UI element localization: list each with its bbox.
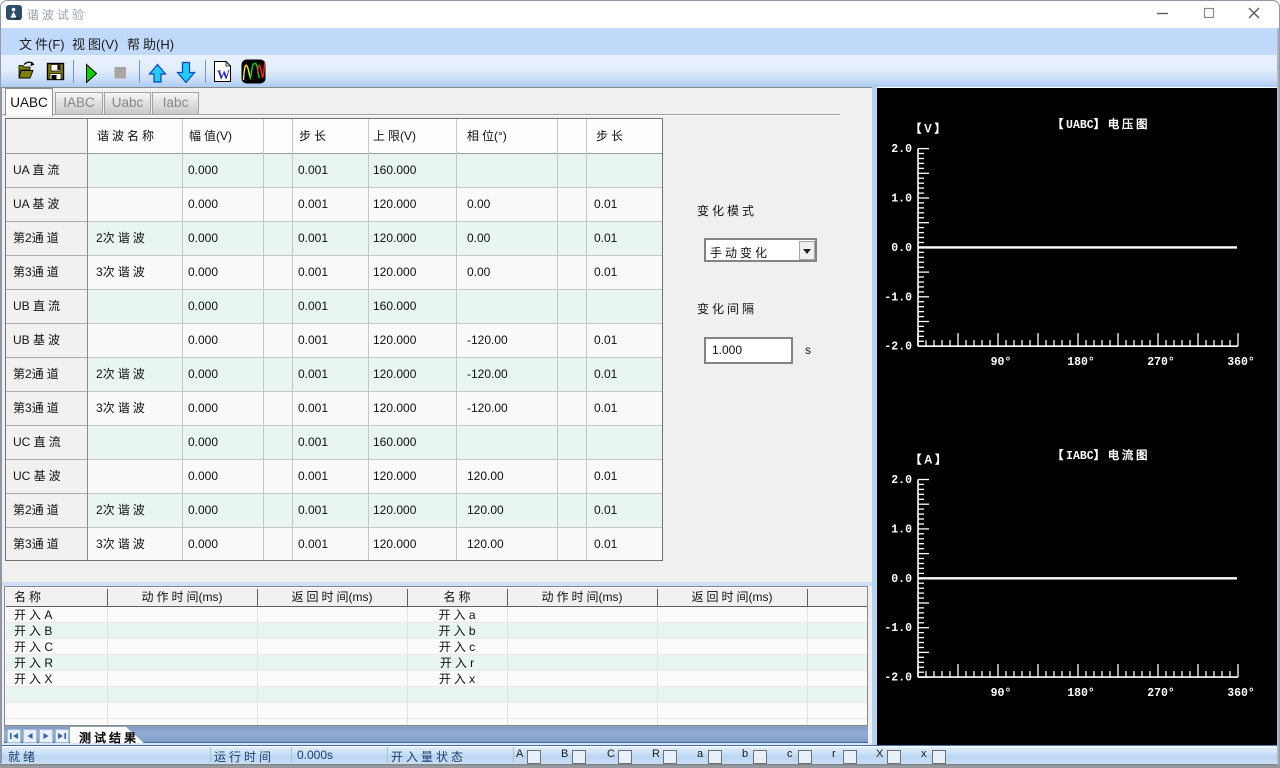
svg-text:0.0: 0.0: [891, 573, 912, 586]
svg-text:90°: 90°: [991, 356, 1012, 369]
svg-text:-1.0: -1.0: [884, 291, 912, 304]
svg-text:270°: 270°: [1147, 356, 1175, 369]
svg-text:【UABC】电压图: 【UABC】电压图: [1052, 117, 1150, 132]
svg-text:【A】: 【A】: [910, 454, 949, 467]
svg-text:360°: 360°: [1227, 356, 1255, 369]
svg-text:-2.0: -2.0: [884, 341, 912, 354]
svg-text:180°: 180°: [1067, 687, 1095, 700]
svg-text:360°: 360°: [1227, 687, 1255, 700]
svg-text:【V】: 【V】: [910, 123, 948, 136]
svg-text:180°: 180°: [1067, 356, 1095, 369]
svg-text:-2.0: -2.0: [884, 672, 912, 685]
svg-text:1.0: 1.0: [891, 193, 912, 206]
svg-text:-1.0: -1.0: [884, 622, 912, 635]
svg-text:W: W: [217, 67, 230, 82]
svg-text:0.0: 0.0: [891, 242, 912, 255]
svg-text:1.0: 1.0: [891, 523, 912, 536]
svg-text:270°: 270°: [1147, 687, 1175, 700]
svg-text:2.0: 2.0: [891, 143, 912, 156]
svg-text:【IABC】电流图: 【IABC】电流图: [1052, 448, 1150, 463]
svg-text:2.0: 2.0: [891, 474, 912, 487]
svg-text:90°: 90°: [991, 687, 1012, 700]
